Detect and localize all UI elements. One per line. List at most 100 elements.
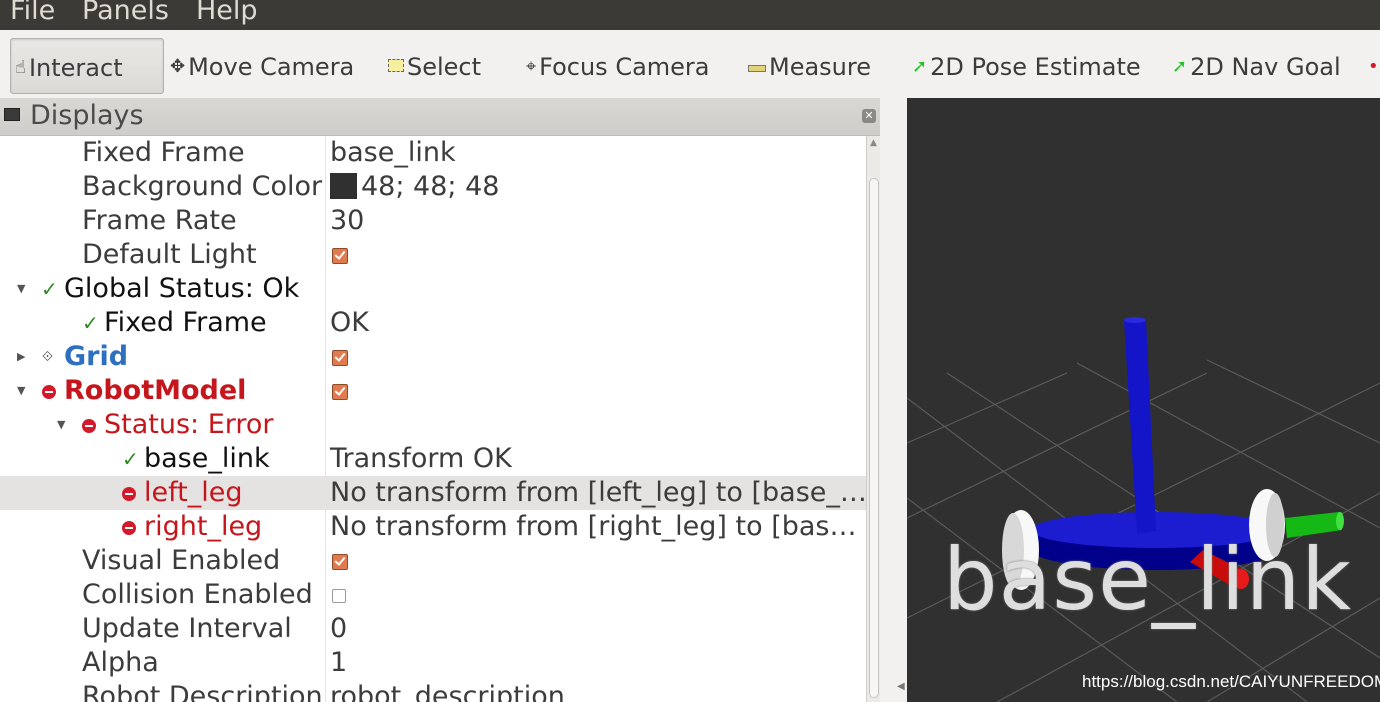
default-light-checkbox[interactable] — [332, 248, 348, 264]
move-camera-label: Move Camera — [188, 53, 355, 81]
tree-row-default-light[interactable]: Default Light — [0, 238, 866, 272]
tree-row-update-interval[interactable]: Update Interval 0 — [0, 612, 866, 646]
property-value[interactable]: robot_description — [330, 680, 565, 702]
global-status-label: Global Status: Ok — [64, 273, 300, 304]
expand-arrow-icon[interactable]: ▼ — [57, 408, 65, 442]
interact-label: Interact — [28, 54, 123, 82]
color-value-text: 48; 48; 48 — [361, 171, 500, 202]
status-error-label: Status: Error — [104, 409, 274, 440]
menu-file[interactable]: File — [10, 0, 55, 28]
link-name: right_leg — [144, 511, 263, 542]
displays-tree[interactable]: Fixed Frame base_link Background Color 4… — [0, 136, 866, 702]
pose-estimate-label: 2D Pose Estimate — [930, 53, 1141, 81]
tree-row-left-leg[interactable]: left_leg No transform from [left_leg] to… — [0, 476, 866, 510]
link-status: Transform OK — [330, 443, 512, 474]
2d-nav-goal-tool-button[interactable]: ➚ 2D Nav Goal — [1172, 52, 1341, 82]
interact-tool-button[interactable]: ☝ Interact — [10, 38, 164, 94]
measure-tool-button[interactable]: Measure — [748, 52, 871, 82]
tree-row-global-status[interactable]: ▼ ✓ Global Status: Ok — [0, 272, 866, 306]
scrollbar-thumb[interactable] — [869, 178, 879, 698]
tools-toolbar: ☝ Interact ✥ Move Camera Select ⌖ Focus … — [0, 30, 1380, 99]
close-panel-icon[interactable]: ✕ — [862, 109, 876, 123]
grid-display-label: Grid — [64, 341, 129, 372]
select-label: Select — [407, 53, 482, 81]
color-swatch — [330, 173, 357, 199]
red-marker-icon: • — [1368, 56, 1379, 77]
grid-icon: ⟐ — [42, 349, 54, 365]
property-name: Alpha — [82, 647, 159, 678]
move-camera-tool-button[interactable]: ✥ Move Camera — [170, 52, 354, 82]
collapse-arrow-icon[interactable]: ▶ — [17, 340, 25, 374]
visual-enabled-checkbox[interactable] — [332, 554, 348, 570]
tree-row-background-color[interactable]: Background Color 48; 48; 48 — [0, 170, 866, 204]
ruler-icon — [748, 52, 766, 82]
displays-scrollbar[interactable]: ▲ — [866, 136, 881, 702]
ok-check-icon: ✓ — [41, 277, 58, 301]
scroll-up-arrow-icon[interactable]: ▲ — [870, 138, 877, 148]
tree-row-right-leg[interactable]: right_leg No transform from [right_leg] … — [0, 510, 866, 544]
error-icon — [122, 487, 136, 501]
link-status: No transform from [right_leg] to [bas… — [330, 511, 857, 542]
tree-row-alpha[interactable]: Alpha 1 — [0, 646, 866, 680]
link-name: base_link — [144, 443, 270, 474]
ok-check-icon: ✓ — [82, 311, 99, 335]
property-name: Frame Rate — [82, 205, 237, 236]
displays-panel-header: Displays — [0, 98, 880, 136]
ok-check-icon: ✓ — [122, 447, 139, 471]
hand-pointer-icon: ☝ — [15, 57, 26, 78]
tree-row-global-fixed-frame[interactable]: ✓ Fixed Frame OK — [0, 306, 866, 340]
property-name: Robot Description — [82, 681, 323, 702]
menu-bar: File Panels Help — [0, 0, 1380, 30]
expand-arrow-icon[interactable]: ▼ — [17, 374, 25, 408]
menu-help[interactable]: Help — [196, 0, 258, 28]
tree-row-robot-description[interactable]: Robot Description robot_description — [0, 680, 866, 702]
displays-title: Displays — [30, 100, 144, 131]
nav-goal-label: 2D Nav Goal — [1190, 53, 1341, 81]
tree-row-visual-enabled[interactable]: Visual Enabled — [0, 544, 866, 578]
property-name: Collision Enabled — [82, 579, 313, 610]
status-name: Fixed Frame — [104, 307, 267, 338]
error-icon — [42, 385, 56, 399]
grid-enabled-checkbox[interactable] — [332, 350, 348, 366]
tree-row-grid[interactable]: ▶ ⟐ Grid — [0, 340, 866, 374]
expand-arrow-icon[interactable]: ▼ — [17, 272, 25, 306]
focus-camera-tool-button[interactable]: ⌖ Focus Camera — [526, 52, 710, 82]
crosshair-icon: ⌖ — [526, 56, 537, 77]
frame-name-label: base_link — [943, 530, 1353, 630]
robot-model-enabled-checkbox[interactable] — [332, 384, 348, 400]
menu-panels[interactable]: Panels — [82, 0, 169, 28]
property-name: Fixed Frame — [82, 137, 245, 168]
watermark-text: https://blog.csdn.net/CAIYUNFREEDOM — [1082, 672, 1380, 691]
property-value[interactable]: 0 — [330, 612, 347, 646]
select-rectangle-icon — [388, 52, 404, 82]
focus-camera-label: Focus Camera — [539, 53, 710, 81]
move-arrows-icon: ✥ — [170, 56, 186, 77]
tree-row-status-error[interactable]: ▼ Status: Error — [0, 408, 866, 442]
collision-enabled-checkbox[interactable] — [332, 589, 346, 603]
link-name: left_leg — [144, 477, 243, 508]
3d-viewport[interactable]: base_link https://blog.csdn.net/CAIYUNFR… — [907, 98, 1380, 702]
green-arrow-icon: ➚ — [912, 56, 928, 77]
property-name: Default Light — [82, 239, 257, 270]
property-name: Update Interval — [82, 613, 292, 644]
collapse-left-arrow-icon[interactable]: ◀ — [897, 681, 905, 692]
robot-model-display-label: RobotModel — [64, 375, 247, 406]
property-name: Visual Enabled — [82, 545, 281, 576]
status-value: OK — [330, 307, 369, 338]
tree-row-fixed-frame[interactable]: Fixed Frame base_link — [0, 136, 866, 170]
tree-row-robot-model[interactable]: ▼ RobotModel — [0, 374, 866, 408]
link-status: No transform from [left_leg] to [base_… — [330, 477, 866, 508]
property-value-color[interactable]: 48; 48; 48 — [330, 170, 499, 204]
monitor-icon — [4, 108, 20, 121]
tree-row-collision-enabled[interactable]: Collision Enabled — [0, 578, 866, 612]
select-tool-button[interactable]: Select — [388, 52, 481, 82]
property-value[interactable]: base_link — [330, 136, 456, 170]
property-value[interactable]: 30 — [330, 204, 364, 238]
publish-point-tool-button[interactable]: • — [1368, 52, 1380, 82]
property-value[interactable]: 1 — [330, 646, 347, 680]
2d-pose-estimate-tool-button[interactable]: ➚ 2D Pose Estimate — [912, 52, 1141, 82]
tree-row-frame-rate[interactable]: Frame Rate 30 — [0, 204, 866, 238]
panel-splitter[interactable]: ◀ — [880, 98, 907, 702]
tree-row-base-link[interactable]: ✓ base_link Transform OK — [0, 442, 866, 476]
green-arrow-icon: ➚ — [1172, 56, 1188, 77]
